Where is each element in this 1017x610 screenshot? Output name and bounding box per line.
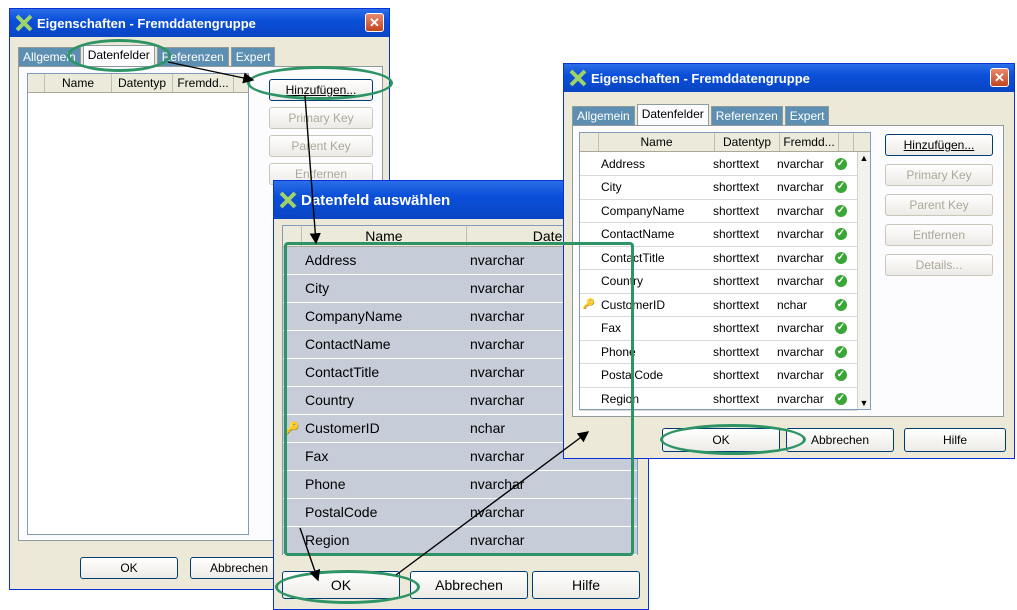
flow-arrows: [167, 61, 590, 582]
arrow-tab-to-add: [167, 61, 255, 84]
arrow-add-to-list: [304, 95, 321, 245]
arrow-list-to-ok: [299, 527, 321, 582]
arrow-ok-to-result: [395, 431, 590, 576]
